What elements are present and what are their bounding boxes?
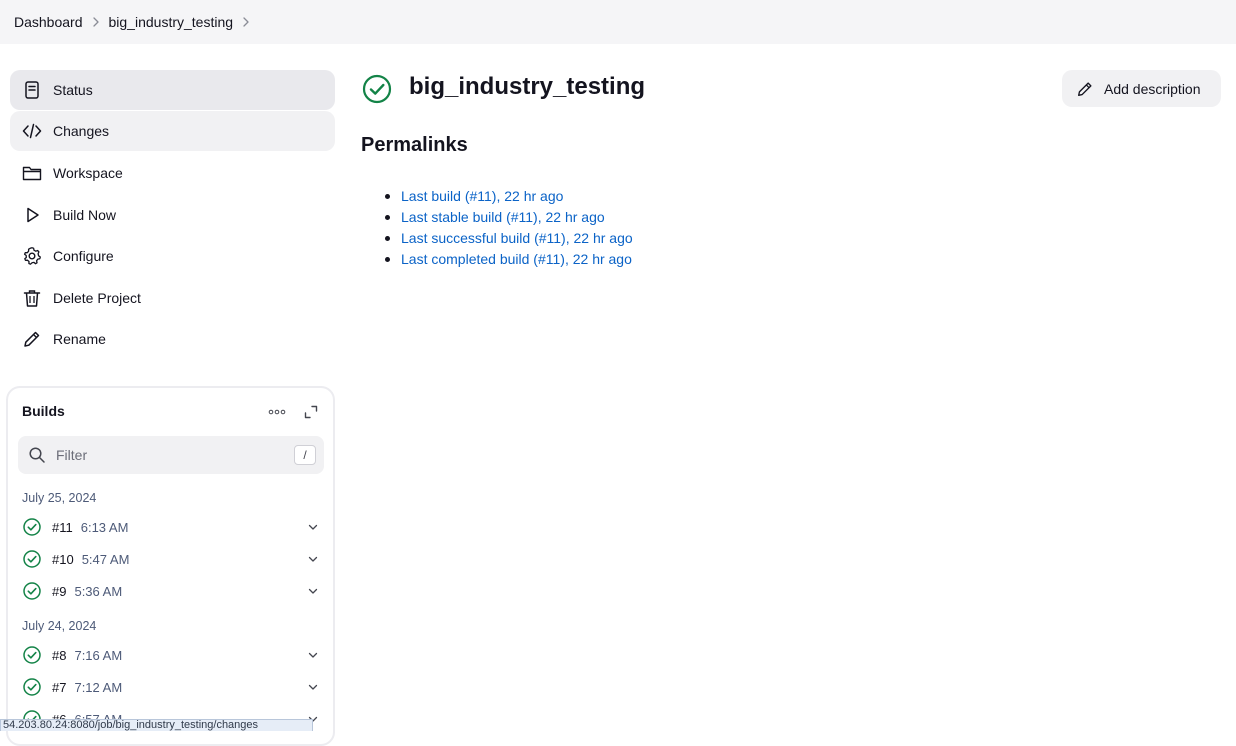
build-time: 6:13 AM [80,519,129,535]
permalink-last-build[interactable]: Last build (#11), 22 hr ago [401,188,563,204]
sidebar-item-label: Delete Project [53,290,141,306]
build-history-card: Builds / July 25, 2024 #11 6:13 AM #10 5… [6,386,335,746]
chevron-right-icon[interactable] [233,17,259,27]
build-number[interactable]: #7 [52,680,66,695]
sidebar-item-label: Rename [53,331,106,347]
build-row[interactable]: #7 7:12 AM [18,672,324,702]
chevron-down-icon[interactable] [308,586,318,596]
build-date-heading: July 24, 2024 [22,619,97,633]
chevron-down-icon[interactable] [308,682,318,692]
permalink-last-stable-build[interactable]: Last stable build (#11), 22 hr ago [401,209,605,225]
build-number[interactable]: #10 [52,552,74,567]
list-item: Last stable build (#11), 22 hr ago [385,207,633,228]
build-time: 5:36 AM [74,583,123,599]
build-number[interactable]: #9 [52,584,66,599]
sidebar-item-status[interactable]: Status [10,70,335,110]
sidebar-item-configure[interactable]: Configure [10,236,335,276]
permalink-last-completed-build[interactable]: Last completed build (#11), 22 hr ago [401,251,632,267]
success-status-icon [23,518,41,536]
success-status-icon [362,74,392,104]
permalink-last-successful-build[interactable]: Last successful build (#11), 22 hr ago [401,230,633,246]
sidebar-item-label: Build Now [53,207,117,223]
sidebar-item-delete-project[interactable]: Delete Project [10,278,335,318]
build-number[interactable]: #8 [52,648,66,663]
builds-filter[interactable]: / [18,436,324,474]
trash-icon [22,288,42,308]
sidebar-item-rename[interactable]: Rename [10,319,335,359]
document-icon [22,80,42,100]
success-status-icon [23,646,41,664]
list-item: Last build (#11), 22 hr ago [385,186,633,207]
chevron-right-icon[interactable] [83,17,109,27]
breadcrumb-dashboard[interactable]: Dashboard [14,14,83,30]
filter-input[interactable] [56,447,276,463]
build-row[interactable]: #9 5:36 AM [18,576,324,606]
sidebar-item-build-now[interactable]: Build Now [10,195,335,235]
play-icon [22,205,42,225]
more-options-icon[interactable] [268,402,286,422]
build-time: 7:12 AM [74,679,123,695]
keyboard-shortcut-hint: / [294,445,316,465]
breadcrumb-job[interactable]: big_industry_testing [109,14,234,30]
sidebar-item-workspace[interactable]: Workspace [10,153,335,193]
permalinks-heading: Permalinks [361,134,468,156]
chevron-down-icon[interactable] [308,522,318,532]
builds-title: Builds [22,403,65,419]
folder-icon [22,163,42,183]
sidebar-item-label: Workspace [53,165,123,181]
breadcrumb: Dashboard big_industry_testing [0,0,1236,44]
sidebar-item-changes[interactable]: Changes [10,111,335,151]
success-status-icon [23,550,41,568]
sidebar-item-label: Changes [53,123,110,139]
success-status-icon [23,678,41,696]
build-time: 5:47 AM [81,551,130,567]
gear-icon [22,246,42,266]
success-status-icon [23,582,41,600]
list-item: Last successful build (#11), 22 hr ago [385,228,633,249]
add-description-label: Add description [1104,80,1201,97]
permalinks-list: Last build (#11), 22 hr ago Last stable … [385,186,633,270]
browser-status-url: 54.203.80.24:8080/job/big_industry_testi… [0,719,313,731]
pencil-icon [1078,81,1092,96]
add-description-button[interactable]: Add description [1062,70,1221,107]
page-title: big_industry_testing [409,73,646,100]
expand-icon[interactable] [302,402,320,422]
list-item: Last completed build (#11), 22 hr ago [385,249,633,270]
chevron-down-icon[interactable] [308,650,318,660]
build-number[interactable]: #11 [52,520,73,535]
build-time: 7:16 AM [74,647,123,663]
sidebar-item-label: Status [53,82,93,98]
pencil-icon [22,329,42,349]
build-row[interactable]: #11 6:13 AM [18,512,324,542]
sidebar-item-label: Configure [53,248,114,264]
build-date-heading: July 25, 2024 [22,491,97,505]
search-icon [28,446,46,464]
build-row[interactable]: #8 7:16 AM [18,640,324,670]
chevron-down-icon[interactable] [308,554,318,564]
code-icon [22,121,42,141]
build-row[interactable]: #10 5:47 AM [18,544,324,574]
